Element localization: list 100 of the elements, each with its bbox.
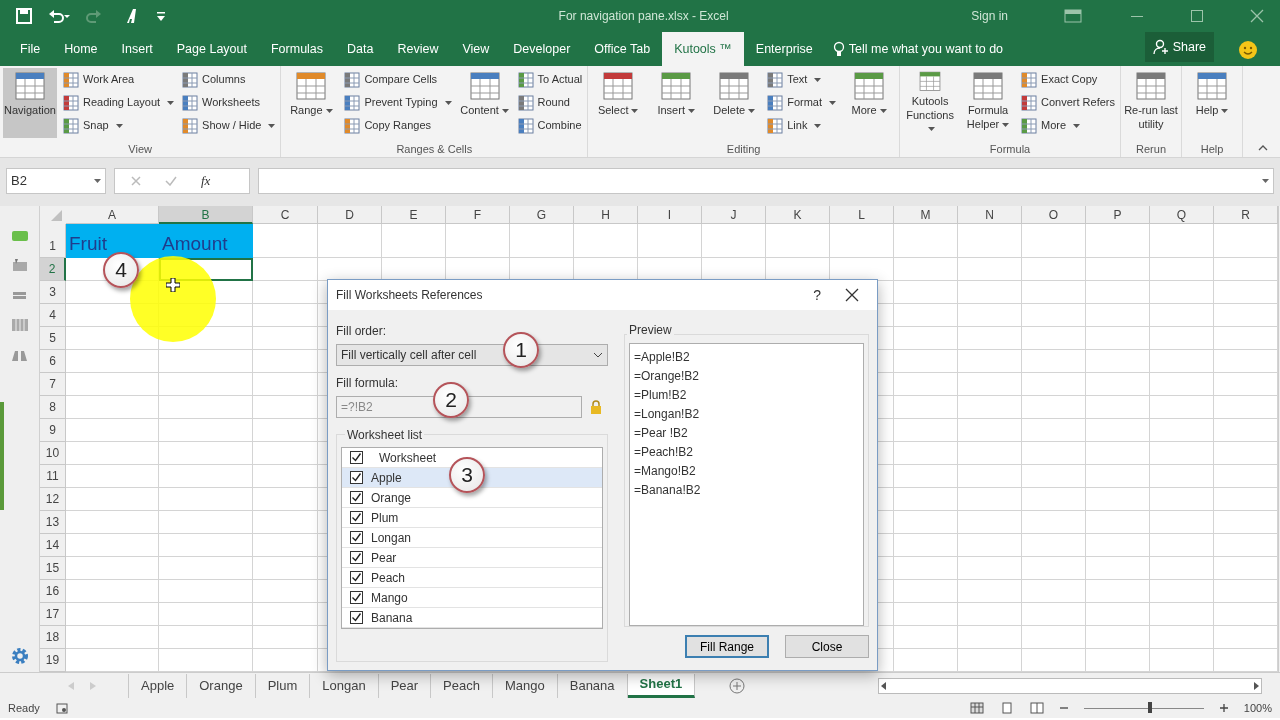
ribbon-button[interactable]: Re-run last utility xyxy=(1124,68,1179,138)
ribbon-button[interactable]: Compare Cells xyxy=(342,68,454,91)
ribbon-button[interactable]: Copy Ranges xyxy=(342,114,454,137)
ribbon-button[interactable]: Range xyxy=(284,68,339,138)
row-header[interactable]: 6 xyxy=(40,350,66,373)
ribbon-button[interactable]: Help xyxy=(1185,68,1240,138)
column-header[interactable]: D xyxy=(318,206,382,224)
ribbon-tab[interactable]: Data xyxy=(335,32,386,66)
row-header[interactable]: 5 xyxy=(40,327,66,350)
sheet-tab[interactable]: Sheet1 xyxy=(627,673,696,698)
page-layout-icon[interactable] xyxy=(999,702,1014,714)
row-header[interactable]: 1 xyxy=(40,224,66,258)
column-header[interactable]: G xyxy=(510,206,574,224)
collapse-ribbon-icon[interactable] xyxy=(1258,145,1268,151)
zoom-in-icon[interactable] xyxy=(1219,704,1228,712)
new-sheet-icon[interactable] xyxy=(729,677,746,694)
ribbon-button[interactable]: Content xyxy=(457,68,512,138)
ribbon-tab[interactable]: File xyxy=(8,32,53,66)
column-header[interactable]: M xyxy=(894,206,958,224)
sheet-tab[interactable]: Apple xyxy=(129,673,188,698)
column-header[interactable]: K xyxy=(766,206,830,224)
row-header[interactable]: 17 xyxy=(40,603,66,626)
ribbon-tab[interactable]: Review xyxy=(385,32,451,66)
column-header[interactable]: C xyxy=(253,206,318,224)
ribbon-button[interactable]: Formula Helper xyxy=(961,68,1016,138)
ribbon-button[interactable]: Insert xyxy=(649,68,704,138)
column-header[interactable]: J xyxy=(702,206,766,224)
checkbox[interactable] xyxy=(350,611,363,624)
ribbon-tab[interactable]: Developer xyxy=(501,32,583,66)
horizontal-scrollbar[interactable] xyxy=(878,677,1262,694)
ribbon-button[interactable]: Combine xyxy=(515,114,585,137)
ribbon-tab[interactable]: Kutools ™ xyxy=(662,32,744,66)
formula-input[interactable] xyxy=(258,168,1274,194)
ribbon-button[interactable]: Worksheets xyxy=(180,91,278,114)
zoom-level[interactable]: 100% xyxy=(1243,699,1272,717)
sheet-tab[interactable]: Pear xyxy=(378,673,432,698)
ribbon-tab[interactable]: Office Tab xyxy=(582,32,663,66)
checkbox[interactable] xyxy=(350,511,363,524)
column-header[interactable]: A xyxy=(66,206,159,224)
list-item[interactable]: Pear xyxy=(342,548,602,568)
ribbon-button[interactable]: Kutools Functions xyxy=(903,68,958,138)
row-header[interactable]: 2 xyxy=(40,258,66,281)
sheet-tab[interactable]: Mango xyxy=(493,673,558,698)
customize-icon[interactable] xyxy=(156,10,166,22)
name-manager-icon[interactable] xyxy=(10,258,29,272)
ribbon-tab[interactable]: Home xyxy=(52,32,110,66)
ribbon-button[interactable]: Columns xyxy=(180,68,278,91)
ribbon-button[interactable]: Show / Hide xyxy=(180,114,278,137)
maximize-icon[interactable] xyxy=(1190,9,1204,23)
row-header[interactable]: 8 xyxy=(40,396,66,419)
row-header[interactable]: 13 xyxy=(40,511,66,534)
checkbox[interactable] xyxy=(350,571,363,584)
list-item[interactable]: Banana xyxy=(342,608,602,628)
sheet-tab[interactable]: Peach xyxy=(431,673,493,698)
columns-icon[interactable] xyxy=(10,318,29,332)
list-item[interactable]: Plum xyxy=(342,508,602,528)
checkbox[interactable] xyxy=(350,551,363,564)
ribbon-button[interactable]: More xyxy=(842,68,897,138)
ribbon-button[interactable]: Convert Refers xyxy=(1019,91,1118,114)
column-header[interactable]: I xyxy=(638,206,702,224)
row-header[interactable]: 10 xyxy=(40,442,66,465)
ribbon-tab[interactable]: Insert xyxy=(109,32,165,66)
list-item[interactable]: Mango xyxy=(342,588,602,608)
row-header[interactable]: 12 xyxy=(40,488,66,511)
checkbox[interactable] xyxy=(350,451,363,464)
share-button[interactable]: Share xyxy=(1144,32,1214,62)
zoom-slider[interactable] xyxy=(1147,702,1152,713)
dialog-button[interactable]: Fill Range xyxy=(685,635,769,658)
sign-in-link[interactable]: Sign in xyxy=(971,7,1008,25)
ribbon-button[interactable]: Snap xyxy=(61,114,177,137)
smiley-icon[interactable] xyxy=(1238,40,1258,60)
checkbox[interactable] xyxy=(350,471,363,484)
binoculars-icon[interactable] xyxy=(10,348,29,362)
list-item[interactable]: Longan xyxy=(342,528,602,548)
row-header[interactable]: 4 xyxy=(40,304,66,327)
row-header[interactable]: 18 xyxy=(40,626,66,649)
ribbon-tab[interactable]: View xyxy=(450,32,502,66)
checkbox[interactable] xyxy=(350,591,363,604)
ribbon-tab[interactable]: Formulas xyxy=(258,32,336,66)
checkbox[interactable] xyxy=(350,491,363,504)
zoom-out-icon[interactable] xyxy=(1059,704,1068,712)
pane-handle[interactable] xyxy=(0,402,4,510)
row-header[interactable]: 3 xyxy=(40,281,66,304)
list-header[interactable]: Worksheet xyxy=(379,448,437,467)
ribbon-button[interactable]: Navigation xyxy=(3,68,57,138)
name-box[interactable]: B2 xyxy=(6,168,106,194)
sheet-tab[interactable]: Banana xyxy=(557,673,628,698)
row-header[interactable]: 19 xyxy=(40,649,66,672)
column-header[interactable]: L xyxy=(830,206,894,224)
ribbon-button[interactable]: Round xyxy=(515,91,585,114)
ribbon-button[interactable]: Link xyxy=(765,114,839,137)
row-header[interactable]: 7 xyxy=(40,373,66,396)
column-header[interactable]: O xyxy=(1022,206,1086,224)
undo-icon[interactable] xyxy=(48,8,70,24)
macro-record-icon[interactable] xyxy=(55,702,68,714)
sheet-tab[interactable]: Orange xyxy=(187,673,256,698)
ribbon-tab[interactable]: Page Layout xyxy=(164,32,259,66)
column-header[interactable]: E xyxy=(382,206,446,224)
close-icon[interactable] xyxy=(845,288,859,302)
insert-function-button[interactable]: fx xyxy=(201,171,211,191)
